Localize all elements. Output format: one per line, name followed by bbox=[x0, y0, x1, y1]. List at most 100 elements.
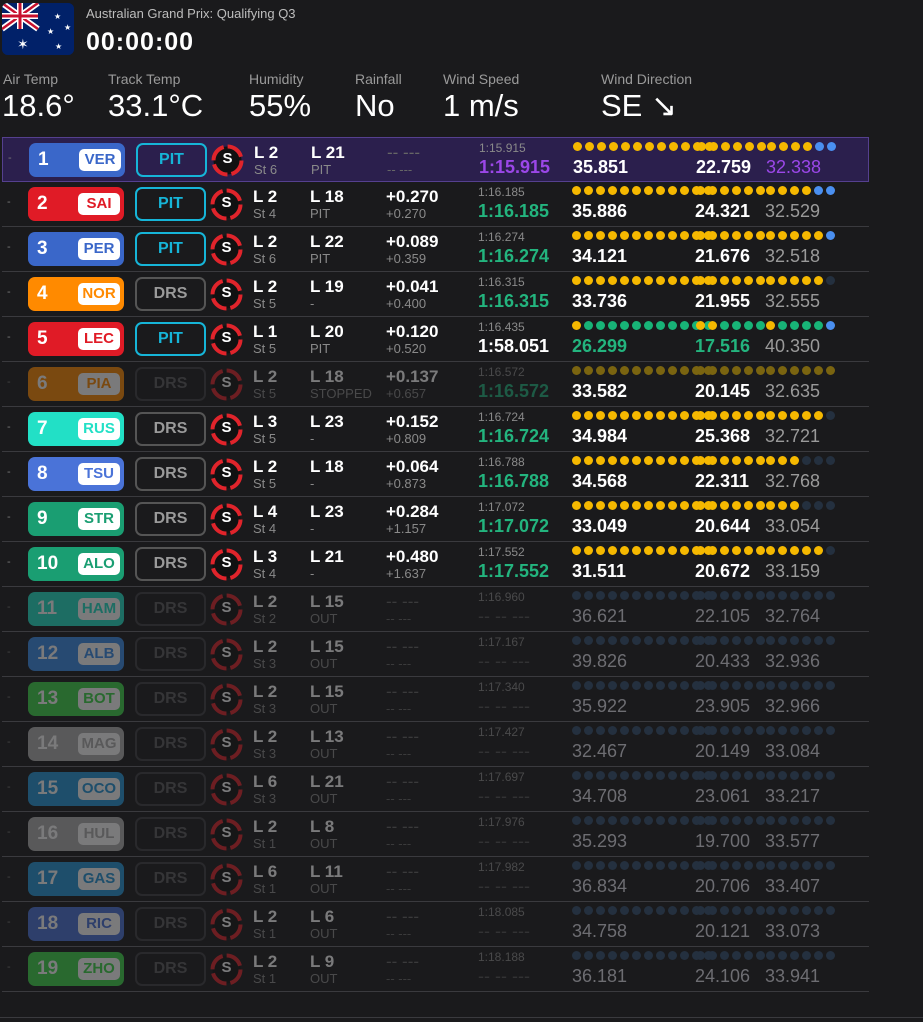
sector-3-time: 32.338 bbox=[766, 157, 822, 177]
driver-row[interactable]: - 6 PIA DRS S L 2 St 5 L 18 STOPPED +0.137 +0.657… bbox=[2, 362, 869, 407]
session-clock: 00:00:00 bbox=[86, 28, 195, 56]
sector-1-mini-sectors bbox=[572, 231, 716, 243]
driver-row[interactable]: -5 LEC PIT SL 1 St 5L 20 PIT +0.120 +0.520 1:16… bbox=[2, 317, 869, 362]
track-temp-label: Track Temp bbox=[108, 71, 181, 87]
driver-row[interactable]: -8 TSU DRS SL 2 St 5L 18- +0.064 +0.873 1:16.7… bbox=[2, 452, 869, 497]
mini-sector-dot bbox=[708, 726, 717, 735]
mini-sector-dot bbox=[708, 816, 717, 825]
row-dash: - bbox=[7, 376, 11, 388]
driver-row[interactable]: - 14 MAG DRS S L 2 St 3 L 13 OUT -- --- -- --- 1:1… bbox=[2, 722, 869, 767]
position-number: 12 bbox=[37, 643, 59, 664]
driver-row[interactable]: -3 PER PIT SL 2 St 6L 22 PIT +0.089 +0.359 1:16… bbox=[2, 227, 869, 272]
mini-sector-dot bbox=[732, 636, 741, 645]
sector-1-time: 36.834 bbox=[572, 876, 628, 896]
best-lap-time: 1:17.982 bbox=[478, 860, 525, 874]
gap-to-leader: +0.270 bbox=[386, 206, 427, 221]
mini-sector-dot bbox=[632, 411, 641, 420]
mini-sector-dot bbox=[608, 366, 617, 375]
mini-sector-dot bbox=[790, 276, 799, 285]
sector-3-mini-sectors bbox=[766, 771, 838, 783]
driver-row[interactable]: -7 RUS DRS SL 3 St 5L 23- +0.152 +0.809 1:16.7… bbox=[2, 407, 869, 452]
driver-row[interactable]: -1 VER PIT SL 2 St 6L 21 PIT -- --- -- --- 1:15… bbox=[2, 137, 869, 182]
sector-3-time: 32.966 bbox=[765, 696, 821, 716]
best-lap-time: 1:17.072 bbox=[478, 500, 525, 514]
driver-code: NOR bbox=[78, 283, 120, 305]
gap-to-leader: +1.157 bbox=[386, 521, 427, 536]
driver-row[interactable]: - 12 ALB DRS S L 2 St 3 L 15 OUT -- --- -- --- 1:1… bbox=[2, 632, 869, 677]
sector-3-mini-sectors bbox=[766, 861, 838, 873]
mini-sector-dot bbox=[632, 861, 641, 870]
mini-sector-dot bbox=[708, 546, 717, 555]
mini-sector-dot bbox=[720, 636, 729, 645]
driver-row[interactable]: - 13 BOT DRS S L 2 St 3 L 15 OUT -- --- -- --- 1:1… bbox=[2, 677, 869, 722]
driver-row[interactable]: -9 STR DRS SL 4 St 4L 23- +0.284 +1.157 1:17.0… bbox=[2, 497, 869, 542]
mini-sector-dot bbox=[620, 411, 629, 420]
mini-sector-dot bbox=[826, 321, 835, 330]
driver-row[interactable]: -4 NOR DRS SL 2 St 5L 19- +0.041 +0.400 1:16.3… bbox=[2, 272, 869, 317]
mini-sector-dot bbox=[778, 681, 787, 690]
mini-sector-dot bbox=[732, 726, 741, 735]
driver-row[interactable]: -10 ALO DRS SL 3 St 4L 21- +0.480 +1.637 1:17.… bbox=[2, 542, 869, 587]
mini-sector-dot bbox=[696, 546, 705, 555]
mini-sector-dot bbox=[826, 546, 835, 555]
mini-sector-dot bbox=[766, 546, 775, 555]
driver-row[interactable]: - 16 HUL DRS S L 2 St 1 L 8 OUT -- --- -- --- 1:17… bbox=[2, 812, 869, 857]
mini-sector-dot bbox=[732, 321, 741, 330]
driver-code: RIC bbox=[78, 913, 120, 935]
gap-to-ahead: +0.284 bbox=[386, 502, 439, 521]
gap-to-leader: -- --- bbox=[386, 611, 412, 626]
mini-sector-dot bbox=[720, 456, 729, 465]
gap-to-leader: +0.873 bbox=[386, 476, 427, 491]
mini-sector-dot bbox=[608, 771, 617, 780]
mini-sector-dot bbox=[644, 411, 653, 420]
sector-3-mini-sectors bbox=[766, 321, 838, 333]
mini-sector-dot bbox=[696, 186, 705, 195]
wind-speed-label: Wind Speed bbox=[443, 71, 520, 87]
sector-1-mini-sectors bbox=[572, 411, 716, 423]
mini-sector-dot bbox=[815, 142, 824, 151]
mini-sector-dot bbox=[668, 321, 677, 330]
mini-sector-dot bbox=[620, 771, 629, 780]
mini-sector-dot bbox=[668, 591, 677, 600]
mini-sector-dot bbox=[814, 546, 823, 555]
mini-sector-dot bbox=[656, 636, 665, 645]
drs-status-badge: DRS bbox=[135, 367, 206, 401]
mini-sector-dot bbox=[668, 861, 677, 870]
mini-sector-dot bbox=[608, 186, 617, 195]
tyre-compound-label: S bbox=[221, 824, 232, 841]
driver-row[interactable]: - 15 OCO DRS S L 6 St 3 L 21 OUT -- --- -- --- 1:1… bbox=[2, 767, 869, 812]
stint-number: St 6 bbox=[253, 251, 277, 266]
mini-sector-dot bbox=[645, 142, 654, 151]
mini-sector-dot bbox=[572, 861, 581, 870]
mini-sector-dot bbox=[584, 726, 593, 735]
driver-row[interactable]: - 11 HAM DRS S L 2 St 2 L 15 OUT -- --- -- --- 1:1… bbox=[2, 587, 869, 632]
mini-sector-dot bbox=[778, 411, 787, 420]
rainfall-label: Rainfall bbox=[355, 71, 402, 87]
mini-sector-dot bbox=[572, 816, 581, 825]
driver-row[interactable]: - 18 RIC DRS S L 2 St 1 L 6 OUT -- --- -- --- 1:18… bbox=[2, 902, 869, 947]
tyre-compound-label: S bbox=[221, 284, 232, 301]
mini-sector-dot bbox=[778, 771, 787, 780]
sector-1-time: 36.621 bbox=[572, 606, 628, 626]
lap-count: L 9 bbox=[310, 952, 335, 971]
mini-sector-dot bbox=[709, 142, 718, 151]
mini-sector-dot bbox=[744, 501, 753, 510]
tyre-laps: L 2 bbox=[253, 592, 278, 611]
mini-sector-dot bbox=[826, 276, 835, 285]
position-number: 17 bbox=[37, 868, 59, 889]
mini-sector-dot bbox=[584, 501, 593, 510]
gap-to-ahead: -- --- bbox=[386, 952, 420, 971]
row-dash: - bbox=[8, 152, 12, 164]
gap-to-leader: -- --- bbox=[386, 971, 412, 986]
mini-sector-dot bbox=[656, 501, 665, 510]
driver-row[interactable]: - 17 GAS DRS S L 6 St 1 L 11 OUT -- --- -- --- 1:1… bbox=[2, 857, 869, 902]
driver-row[interactable]: - 19 ZHO DRS S L 2 St 1 L 9 OUT -- --- -- --- 1:18… bbox=[2, 947, 869, 992]
mini-sector-dot bbox=[620, 681, 629, 690]
mini-sector-dot bbox=[766, 906, 775, 915]
driver-row[interactable]: -2 SAI PIT SL 2 St 4L 18 PIT +0.270 +0.270 1:16… bbox=[2, 182, 869, 227]
mini-sector-dot bbox=[596, 861, 605, 870]
mini-sector-dot bbox=[708, 681, 717, 690]
tyre-laps: L 2 bbox=[253, 232, 278, 251]
mini-sector-dot bbox=[584, 456, 593, 465]
lap-count: L 8 bbox=[310, 817, 335, 836]
